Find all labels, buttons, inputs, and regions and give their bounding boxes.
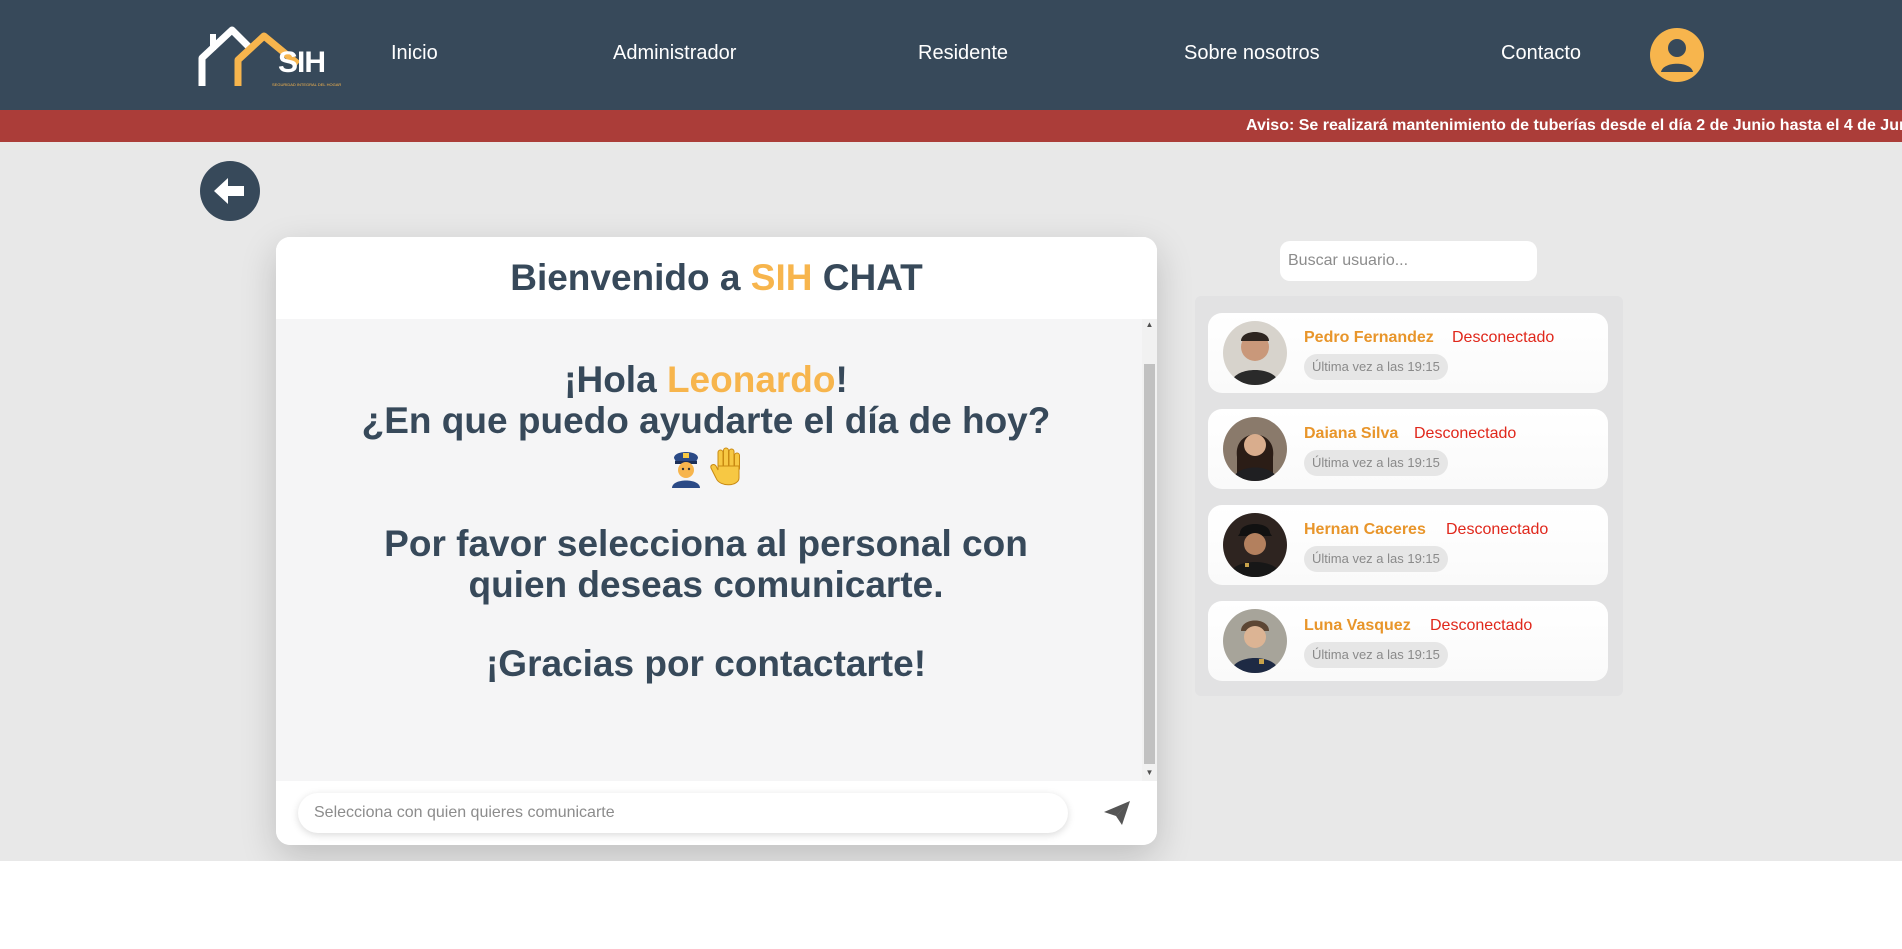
user-card-pedro-fernandez[interactable]: Pedro Fernandez Desconectado Última vez … <box>1208 313 1608 393</box>
user-name: Pedro Fernandez <box>1304 329 1434 346</box>
user-last-seen: Última vez a las 19:15 <box>1304 642 1448 668</box>
nav-inicio[interactable]: Inicio <box>391 42 438 65</box>
message-input[interactable] <box>298 793 1068 833</box>
back-button[interactable] <box>200 161 260 221</box>
question-line: ¿En que puedo ayudarte el día de hoy? <box>361 400 1051 441</box>
chat-input-bar <box>276 781 1157 845</box>
scroll-thumb[interactable] <box>1144 364 1155 764</box>
greeting-prefix: ¡Hola <box>564 359 667 400</box>
greeting-line: ¡Hola Leonardo! <box>276 359 1136 400</box>
notice-banner: Aviso: Se realizará mantenimiento de tub… <box>0 110 1902 142</box>
chat-title-brand: SIH <box>750 257 813 298</box>
chat-title: Bienvenido a SIH CHAT <box>276 257 1157 299</box>
chat-header: Bienvenido a SIH CHAT <box>276 237 1157 319</box>
emoji-row <box>276 443 1136 491</box>
welcome-message: ¡Hola Leonardo! ¿En que puedo ayudarte e… <box>276 359 1136 684</box>
user-card-daiana-silva[interactable]: Daiana Silva Desconectado Última vez a l… <box>1208 409 1608 489</box>
navbar: SIH SEGURIDAD INTEGRAL DEL HOGAR Inicio … <box>0 0 1902 110</box>
scroll-up-icon[interactable]: ▲ <box>1144 319 1155 331</box>
user-card-hernan-caceres[interactable]: Hernan Caceres Desconectado Última vez a… <box>1208 505 1608 585</box>
user-avatar-button[interactable] <box>1650 28 1704 82</box>
person-photo-icon <box>1223 417 1287 481</box>
arrow-left-icon <box>214 178 244 204</box>
scroll-down-icon[interactable]: ▼ <box>1144 767 1155 779</box>
user-status: Desconectado <box>1446 521 1549 538</box>
chat-scrollbar[interactable]: ▲ ▼ <box>1142 319 1157 781</box>
nav-residente[interactable]: Residente <box>918 42 1008 65</box>
person-photo-icon <box>1223 513 1287 577</box>
send-button[interactable] <box>1102 799 1132 827</box>
chat-window: Bienvenido a SIH CHAT ¡Hola Leonardo! ¿E… <box>276 237 1157 845</box>
nav-contacto[interactable]: Contacto <box>1501 42 1581 65</box>
user-status: Desconectado <box>1452 329 1555 346</box>
sih-logo[interactable]: SIH SEGURIDAD INTEGRAL DEL HOGAR <box>198 24 341 88</box>
notice-text: Aviso: Se realizará mantenimiento de tub… <box>1246 117 1902 134</box>
person-photo-icon <box>1223 609 1287 673</box>
user-status: Desconectado <box>1414 425 1517 442</box>
instruction-line-1: Por favor selecciona al personal con <box>384 523 1028 564</box>
raised-hand-emoji <box>710 447 740 486</box>
user-last-seen: Última vez a las 19:15 <box>1304 450 1448 476</box>
user-last-seen: Última vez a las 19:15 <box>1304 546 1448 572</box>
user-photo <box>1223 321 1287 385</box>
user-name: Daiana Silva <box>1304 425 1399 442</box>
user-status: Desconectado <box>1430 617 1533 634</box>
police-officer-emoji <box>672 452 700 488</box>
person-photo-icon <box>1223 321 1287 385</box>
paper-plane-icon <box>1104 801 1130 825</box>
user-last-seen: Última vez a las 19:15 <box>1304 354 1448 380</box>
page-bottom-section <box>0 861 1902 949</box>
logo-text: SIH <box>278 46 326 79</box>
chat-title-prefix: Bienvenido a <box>510 257 751 298</box>
user-circle-icon <box>1661 39 1693 72</box>
chat-title-suffix: CHAT <box>812 257 923 298</box>
nav-sobre-nosotros[interactable]: Sobre nosotros <box>1184 42 1320 65</box>
chat-messages-area[interactable]: ¡Hola Leonardo! ¿En que puedo ayudarte e… <box>276 319 1157 781</box>
logo-tagline: SEGURIDAD INTEGRAL DEL HOGAR <box>272 82 342 87</box>
instruction-line-2: quien deseas comunicarte. <box>468 564 944 605</box>
user-photo <box>1223 513 1287 577</box>
nav-administrador[interactable]: Administrador <box>613 42 736 65</box>
user-name: Hernan Caceres <box>1304 521 1426 538</box>
user-search-input[interactable] <box>1280 241 1537 281</box>
greeting-user-name: Leonardo <box>666 359 836 400</box>
user-photo <box>1223 609 1287 673</box>
greeting-suffix: ! <box>835 359 848 400</box>
user-card-luna-vasquez[interactable]: Luna Vasquez Desconectado Última vez a l… <box>1208 601 1608 681</box>
user-photo <box>1223 417 1287 481</box>
user-name: Luna Vasquez <box>1304 617 1411 634</box>
thanks-line: ¡Gracias por contactarte! <box>485 643 927 684</box>
